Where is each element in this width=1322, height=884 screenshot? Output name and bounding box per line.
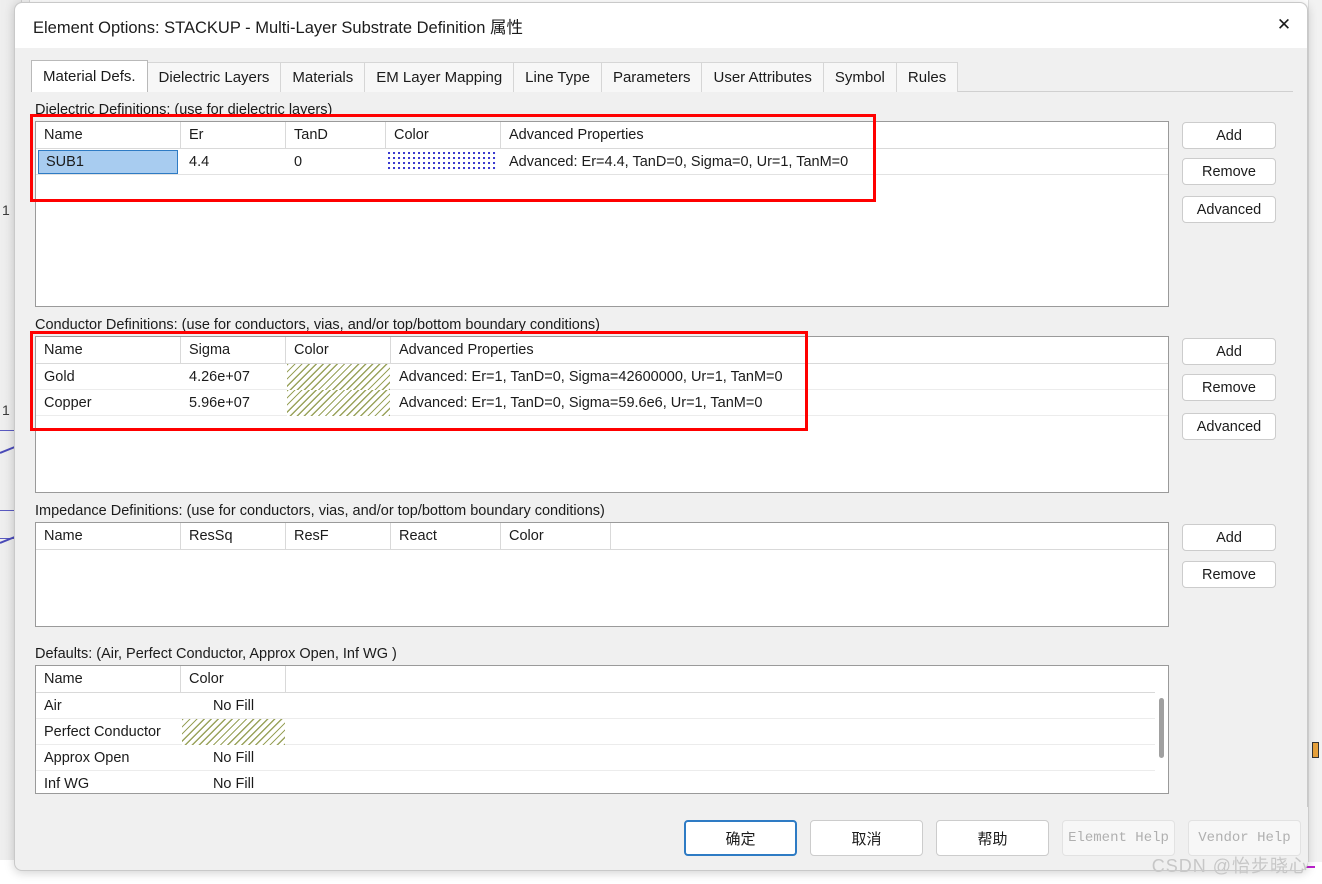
dielectric-cell-er[interactable]: 4.4 [181,149,286,174]
dielectric-col-name[interactable]: Name [36,122,181,148]
impedance-col-ressq[interactable]: ResSq [181,523,286,549]
impedance-col-color[interactable]: Color [501,523,611,549]
defaults-table[interactable]: Name Color Air No Fill Perfect Conductor… [35,665,1169,794]
conductor-section-label: Conductor Definitions: (use for conducto… [35,317,600,333]
defaults-cell-color[interactable]: No Fill [181,771,286,793]
tab-user-attributes[interactable]: User Attributes [701,62,824,92]
table-row[interactable]: Perfect Conductor [36,719,1168,745]
tab-symbol[interactable]: Symbol [822,62,897,92]
dielectric-col-er[interactable]: Er [181,122,286,148]
defaults-color-swatch[interactable] [182,719,285,745]
impedance-remove-button[interactable]: Remove [1182,561,1276,588]
background-text-fragment-2: 1 [2,402,10,418]
conductor-col-sigma[interactable]: Sigma [181,337,286,363]
conductor-cell-sigma[interactable]: 5.96e+07 [181,390,286,415]
table-row[interactable]: Gold 4.26e+07 Advanced: Er=1, TanD=0, Si… [36,364,1168,390]
impedance-add-button[interactable]: Add [1182,524,1276,551]
close-icon: ✕ [1276,15,1292,35]
impedance-col-resf[interactable]: ResF [286,523,391,549]
dielectric-remove-button[interactable]: Remove [1182,158,1276,185]
conductor-table-header: Name Sigma Color Advanced Properties [36,337,1168,364]
dielectric-cell-name[interactable]: SUB1 [38,150,178,174]
defaults-cell-name[interactable]: Air [36,693,181,718]
conductor-col-color[interactable]: Color [286,337,391,363]
impedance-col-name[interactable]: Name [36,523,181,549]
table-row[interactable]: Inf WG No Fill [36,771,1168,793]
desktop-background: 1 1 Element Options: STACKUP - Multi-Lay… [0,0,1322,884]
dielectric-section-label: Dielectric Definitions: (use for dielect… [35,102,333,118]
background-marker-right [1312,742,1319,758]
defaults-scrollbar-thumb[interactable] [1159,698,1164,758]
element-help-button: Element Help [1062,820,1175,856]
conductor-col-advanced[interactable]: Advanced Properties [391,337,1168,363]
ok-button[interactable]: 确定 [684,820,797,856]
defaults-scrollbar[interactable] [1155,666,1168,793]
conductor-color-swatch[interactable] [287,364,390,390]
table-row[interactable]: SUB1 4.4 0 Advanced: Er=4.4, TanD=0, Sig… [36,149,1168,175]
table-row[interactable]: Copper 5.96e+07 Advanced: Er=1, TanD=0, … [36,390,1168,416]
dielectric-advanced-button[interactable]: Advanced [1182,196,1276,223]
tab-parameters[interactable]: Parameters [600,62,703,92]
impedance-col-react[interactable]: React [391,523,501,549]
close-button[interactable]: ✕ [1261,3,1307,48]
conductor-cell-name[interactable]: Gold [36,364,181,389]
background-text-fragment-1: 1 [2,202,10,218]
tabbar-items: Material Defs. Dielectric Layers Materia… [31,60,959,92]
dielectric-cell-advanced[interactable]: Advanced: Er=4.4, TanD=0, Sigma=0, Ur=1,… [501,149,1168,174]
impedance-table[interactable]: Name ResSq ResF React Color [35,522,1169,627]
element-options-dialog: Element Options: STACKUP - Multi-Layer S… [14,2,1308,871]
defaults-cell-name[interactable]: Approx Open [36,745,181,770]
dialog-titlebar: Element Options: STACKUP - Multi-Layer S… [15,3,1307,48]
impedance-section-label: Impedance Definitions: (use for conducto… [35,503,605,519]
help-button[interactable]: 帮助 [936,820,1049,856]
table-row[interactable]: Air No Fill [36,693,1168,719]
dielectric-col-advanced[interactable]: Advanced Properties [501,122,1168,148]
cancel-button[interactable]: 取消 [810,820,923,856]
conductor-color-swatch[interactable] [287,390,390,416]
dielectric-color-swatch[interactable] [388,152,496,171]
conductor-table[interactable]: Name Sigma Color Advanced Properties Gol… [35,336,1169,493]
defaults-cell-name[interactable]: Perfect Conductor [36,719,181,744]
defaults-col-blank[interactable] [286,666,1168,692]
conductor-col-name[interactable]: Name [36,337,181,363]
defaults-col-name[interactable]: Name [36,666,181,692]
defaults-col-color[interactable]: Color [181,666,286,692]
defaults-cell-color[interactable]: No Fill [181,693,286,718]
conductor-add-button[interactable]: Add [1182,338,1276,365]
dielectric-table-header: Name Er TanD Color Advanced Properties [36,122,1168,149]
dialog-footer: 确定 取消 帮助 Element Help Vendor Help [16,807,1308,869]
conductor-cell-name[interactable]: Copper [36,390,181,415]
vendor-help-button: Vendor Help [1188,820,1301,856]
dialog-title: Element Options: STACKUP - Multi-Layer S… [33,19,523,37]
impedance-table-header: Name ResSq ResF React Color [36,523,1168,550]
dielectric-add-button[interactable]: Add [1182,122,1276,149]
watermark: CSDN @怡步晓心 [1151,856,1308,876]
impedance-col-blank[interactable] [611,523,1168,549]
conductor-remove-button[interactable]: Remove [1182,374,1276,401]
conductor-cell-advanced[interactable]: Advanced: Er=1, TanD=0, Sigma=59.6e6, Ur… [391,390,1168,415]
dielectric-col-color[interactable]: Color [386,122,501,148]
tab-material-defs[interactable]: Material Defs. [31,60,148,92]
tabbar: Material Defs. Dielectric Layers Materia… [31,60,1293,92]
tab-line-type[interactable]: Line Type [513,62,602,92]
tab-dielectric-layers[interactable]: Dielectric Layers [146,62,282,92]
material-defs-panel: Dielectric Definitions: (use for dielect… [31,93,1293,807]
dielectric-table[interactable]: Name Er TanD Color Advanced Properties S… [35,121,1169,307]
conductor-cell-sigma[interactable]: 4.26e+07 [181,364,286,389]
defaults-section-label: Defaults: (Air, Perfect Conductor, Appro… [35,646,397,662]
tab-rules[interactable]: Rules [895,62,959,92]
tab-em-layer-mapping[interactable]: EM Layer Mapping [364,62,515,92]
tab-materials[interactable]: Materials [280,62,366,92]
dielectric-col-tand[interactable]: TanD [286,122,386,148]
defaults-cell-color[interactable]: No Fill [181,745,286,770]
dielectric-cell-tand[interactable]: 0 [286,149,386,174]
defaults-cell-name[interactable]: Inf WG [36,771,181,793]
table-row[interactable]: Approx Open No Fill [36,745,1168,771]
conductor-advanced-button[interactable]: Advanced [1182,413,1276,440]
background-window-right [1308,0,1322,866]
defaults-table-header: Name Color [36,666,1168,693]
conductor-cell-advanced[interactable]: Advanced: Er=1, TanD=0, Sigma=42600000, … [391,364,1168,389]
